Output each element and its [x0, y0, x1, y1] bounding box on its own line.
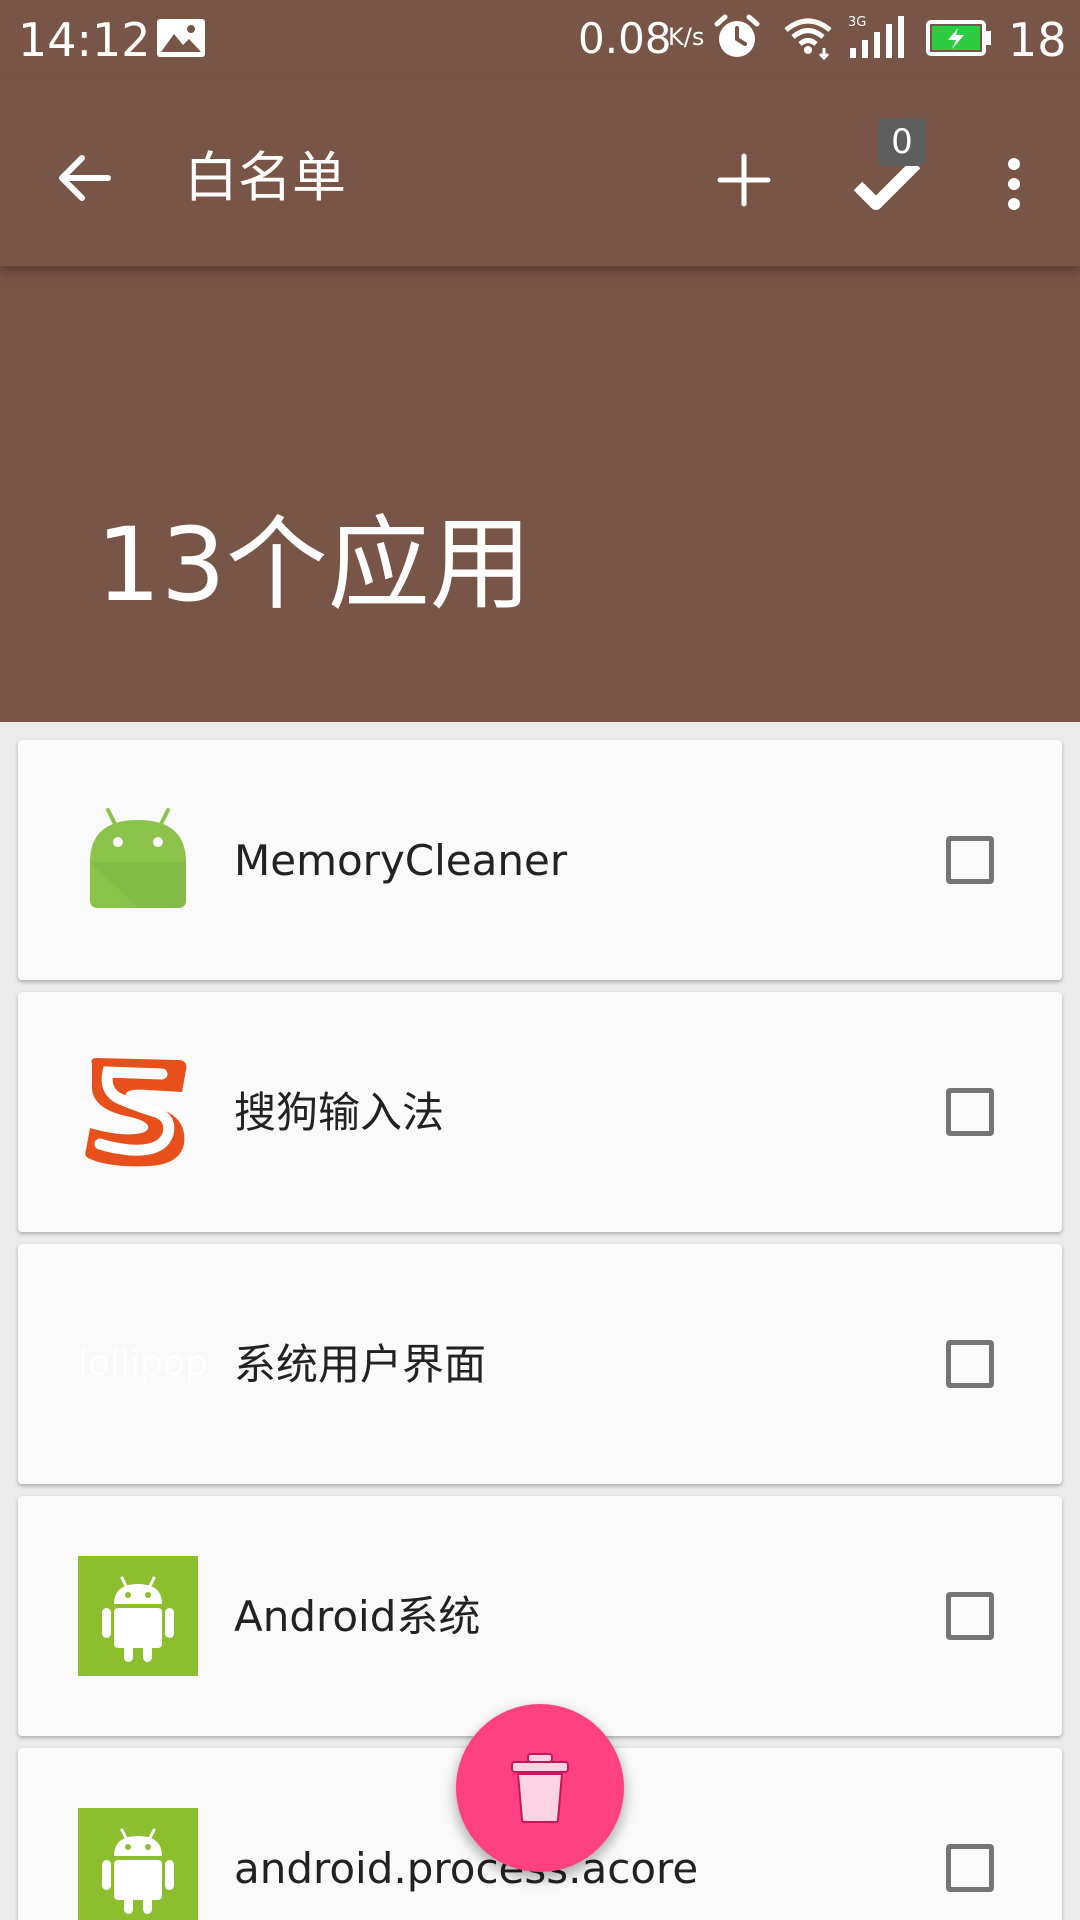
- android-system-icon: [78, 1556, 198, 1676]
- trash-icon: [511, 1753, 569, 1823]
- app-checkbox[interactable]: [946, 836, 994, 884]
- app-checkbox[interactable]: [946, 1340, 994, 1388]
- net-speed: 0.08: [578, 14, 672, 63]
- app-bar: 白名单 0: [0, 80, 1080, 266]
- list-item[interactable]: MemoryCleaner: [18, 740, 1062, 980]
- app-name: Android系统: [234, 1592, 481, 1641]
- add-icon[interactable]: [716, 152, 772, 208]
- more-vert-icon[interactable]: [1000, 156, 1028, 212]
- net-unit: K/s: [668, 23, 705, 51]
- android-robot-icon: [90, 808, 186, 908]
- app-name: 搜狗输入法: [234, 1088, 445, 1137]
- alarm-icon: [714, 14, 760, 57]
- app-name: android.process.acore: [234, 1844, 699, 1893]
- selected-count-badge: 0: [878, 118, 926, 166]
- gallery-icon: [157, 19, 205, 57]
- back-arrow-icon[interactable]: [54, 152, 114, 204]
- android-system-icon: [78, 1808, 198, 1920]
- status-bar: 14:12 0.08 K/s 3G 18: [0, 0, 1080, 80]
- list-item[interactable]: Android系统: [18, 1496, 1062, 1736]
- app-count: 13个应用: [96, 506, 532, 625]
- battery-charging-icon: [926, 20, 991, 56]
- page-title: 白名单: [184, 146, 346, 209]
- wifi-icon: [784, 18, 832, 60]
- delete-fab[interactable]: [456, 1704, 624, 1872]
- app-checkbox[interactable]: [946, 1088, 994, 1136]
- list-item[interactable]: 搜狗输入法: [18, 992, 1062, 1232]
- app-name: 系统用户界面: [234, 1340, 487, 1389]
- app-name: MemoryCleaner: [234, 836, 568, 885]
- status-time: 14:12: [18, 13, 151, 67]
- collapsing-header: 13个应用: [0, 266, 1080, 722]
- signal-3g-icon: 3G: [848, 15, 904, 58]
- sogou-icon: [85, 1058, 187, 1167]
- app-checkbox[interactable]: [946, 1592, 994, 1640]
- svg-text:3G: 3G: [848, 15, 866, 30]
- list-item[interactable]: lollipop 系统用户界面: [18, 1244, 1062, 1484]
- battery-level: 18: [1008, 13, 1067, 67]
- lollipop-icon: lollipop: [78, 1343, 208, 1384]
- app-checkbox[interactable]: [946, 1844, 994, 1892]
